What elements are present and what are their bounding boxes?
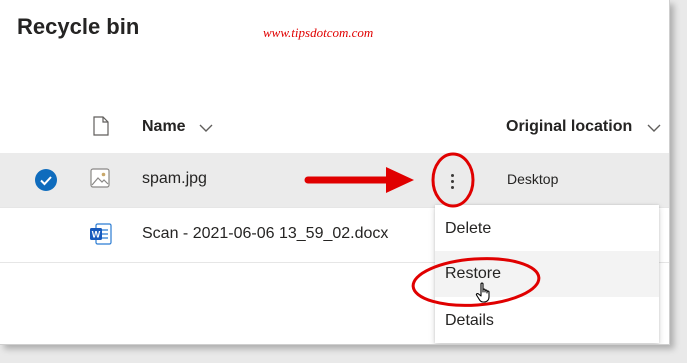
original-location: Desktop [507,171,559,187]
menu-item-label: Delete [445,220,492,237]
svg-text:W: W [92,230,101,240]
column-header-original-location[interactable]: Original location [506,118,632,136]
image-file-icon [89,167,111,194]
recycle-bin-window: Recycle bin www.tipsdotcom.com Name Orig… [0,0,670,345]
chevron-down-icon[interactable] [199,120,213,138]
checkmark-icon[interactable] [35,169,57,191]
menu-item-label: Restore [445,265,502,282]
column-header-row: Name Original location [0,104,669,148]
word-doc-icon: W [89,222,113,251]
page-title: Recycle bin [17,14,140,39]
menu-item-delete[interactable]: Delete [435,206,659,252]
file-name[interactable]: Scan - 2021-06-06 13_59_02.docx [142,225,388,243]
menu-item-details[interactable]: Details [435,298,659,344]
file-type-column-icon[interactable] [93,116,109,141]
table-row[interactable]: spam.jpg Desktop [0,153,669,208]
menu-item-restore[interactable]: Restore [435,251,659,297]
column-header-name[interactable]: Name [142,118,186,136]
menu-item-label: Details [445,312,494,329]
hand-cursor-icon [475,282,493,309]
context-menu: Delete Restore Details [435,205,659,343]
more-options-button[interactable] [440,165,466,195]
file-name[interactable]: spam.jpg [142,170,207,188]
watermark-text: www.tipsdotcom.com [263,25,374,40]
chevron-down-icon[interactable] [647,120,661,138]
